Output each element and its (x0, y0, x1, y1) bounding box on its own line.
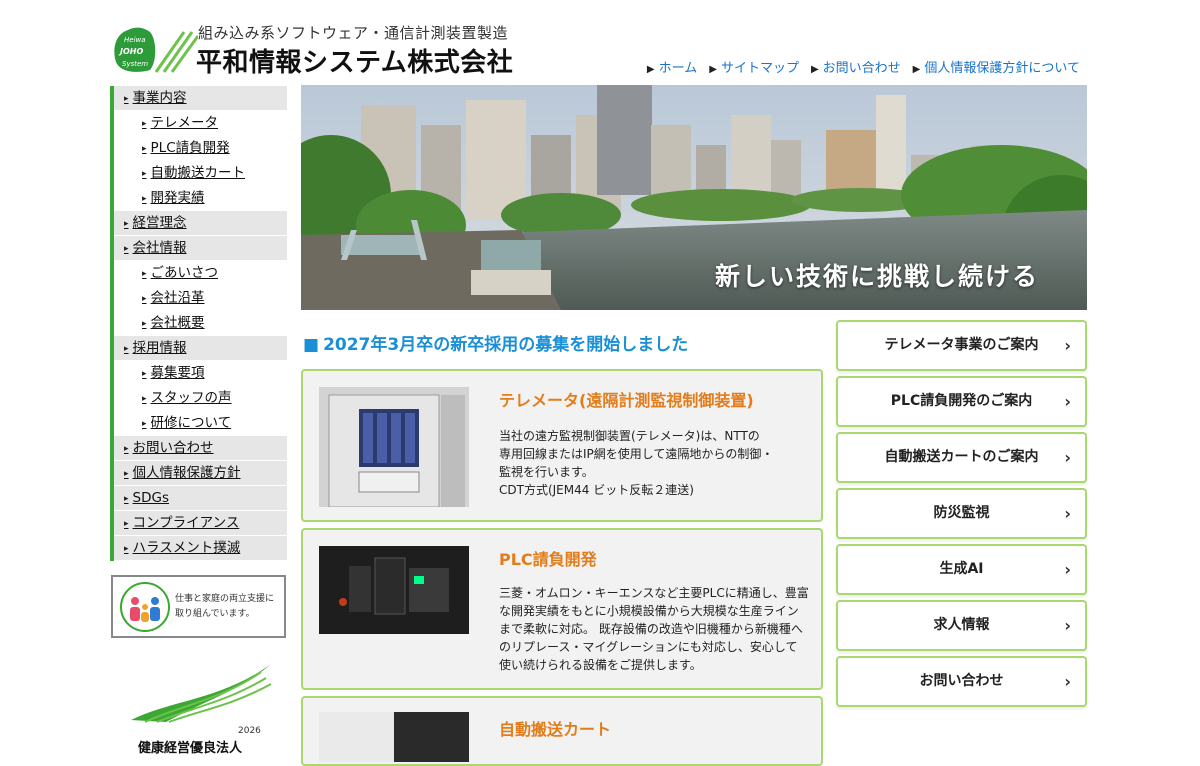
right-nav-button-4[interactable]: 生成AI › (836, 544, 1087, 595)
sidebar-item-5[interactable]: 経営理念 (110, 211, 287, 236)
telemeter-card-title: テレメータ(遠隔計測監視制御装置) (499, 391, 754, 410)
right-nav-button-6[interactable]: お問い合わせ › (836, 656, 1087, 707)
sidebar-item-4[interactable]: 開発実績 (110, 186, 287, 211)
sidebar-item-15[interactable]: 個人情報保護方針 (110, 461, 287, 486)
right-nav-button-0[interactable]: テレメータ事業のご案内 › (836, 320, 1087, 371)
tagline: 組み込み系ソフトウェア・通信計測装置製造 (198, 24, 509, 42)
chevron-right-icon: › (1064, 672, 1071, 691)
telemeter-device-image (319, 387, 469, 507)
hero-banner: 新しい技術に挑戦し続ける (301, 85, 1087, 310)
right-nav-button-2[interactable]: 自動搬送カートのご案内 › (836, 432, 1087, 483)
right-nav-button-label: お問い合わせ (919, 673, 1004, 689)
sidebar-item-17[interactable]: コンプライアンス (110, 511, 287, 536)
top-nav: ホーム サイトマップ お問い合わせ 個人情報保護方針について (647, 57, 1080, 76)
company-logo[interactable]: Heiwa JOHO System (110, 24, 198, 76)
svg-text:Heiwa: Heiwa (124, 36, 146, 44)
chevron-right-icon: › (1064, 336, 1071, 355)
svg-text:System: System (122, 60, 148, 68)
right-nav-button-label: 自動搬送カートのご案内 (884, 449, 1039, 465)
sidebar-item-11[interactable]: 募集要項 (110, 361, 287, 386)
plc-card[interactable]: PLC請負開発 三菱・オムロン・キーエンスなど主要PLCに精通し、豊富な開発実績… (301, 528, 823, 690)
plc-card-title: PLC請負開発 (499, 550, 597, 569)
health-badge-label: 健康経営優良法人 (138, 741, 243, 756)
plc-device-image (319, 546, 469, 634)
nav-sitemap-link[interactable]: サイトマップ (709, 57, 799, 76)
right-nav-button-5[interactable]: 求人情報 › (836, 600, 1087, 651)
sidebar-item-16[interactable]: SDGs (110, 486, 287, 511)
health-management-badge[interactable]: 2026 健康経営優良法人 (111, 660, 286, 756)
svg-text:JOHO: JOHO (118, 47, 143, 56)
telemeter-card-body: 当社の遠方監視制御装置(テレメータ)は、NTTの 専用回線またはIP網を使用して… (499, 429, 774, 497)
telemeter-card[interactable]: テレメータ(遠隔計測監視制御装置) 当社の遠方監視制御装置(テレメータ)は、NT… (301, 369, 823, 522)
sidebar-item-7[interactable]: ごあいさつ (110, 261, 287, 286)
plc-card-body: 三菱・オムロン・キーエンスなど主要PLCに精通し、豊富な開発実績をもとに小規模設… (499, 586, 809, 672)
chevron-right-icon: › (1064, 616, 1071, 635)
right-nav-button-1[interactable]: PLC請負開発のご案内 › (836, 376, 1087, 427)
family-support-text: 仕事と家庭の両立支援に 取り組んでいます。 (175, 594, 275, 619)
chevron-right-icon: › (1064, 392, 1071, 411)
right-nav-button-label: 求人情報 (933, 617, 990, 633)
news-headline[interactable]: 2027年3月卒の新卒採用の募集を開始しました (303, 330, 688, 355)
sidebar-item-9[interactable]: 会社概要 (110, 311, 287, 336)
right-nav-button-label: 防災監視 (933, 505, 990, 521)
family-support-badge[interactable]: 仕事と家庭の両立支援に 取り組んでいます。 (111, 575, 286, 638)
sidebar-item-6[interactable]: 会社情報 (110, 236, 287, 261)
nav-contact-link[interactable]: お問い合わせ (811, 57, 901, 76)
sidebar-item-18[interactable]: ハラスメント撲滅 (110, 536, 287, 561)
sidebar-item-3[interactable]: 自動搬送カート (110, 161, 287, 186)
cart-card-title: 自動搬送カート (499, 720, 612, 739)
sidebar-item-14[interactable]: お問い合わせ (110, 436, 287, 461)
chevron-right-icon: › (1064, 448, 1071, 467)
sidebar-item-8[interactable]: 会社沿革 (110, 286, 287, 311)
family-icon (120, 582, 170, 632)
right-nav-button-label: PLC請負開発のご案内 (890, 393, 1033, 409)
health-badge-year: 2026 (238, 726, 261, 736)
right-nav-button-3[interactable]: 防災監視 › (836, 488, 1087, 539)
cart-image (319, 712, 469, 762)
right-nav-button-label: テレメータ事業のご案内 (884, 337, 1039, 353)
sidebar-item-13[interactable]: 研修について (110, 411, 287, 436)
sidebar-nav: 事業内容テレメータPLC請負開発自動搬送カート開発実績経営理念会社情報ごあいさつ… (110, 86, 287, 561)
sidebar-item-12[interactable]: スタッフの声 (110, 386, 287, 411)
right-nav-button-label: 生成AI (939, 561, 984, 577)
company-name[interactable]: 平和情報システム株式会社 (196, 42, 513, 79)
sidebar-item-10[interactable]: 採用情報 (110, 336, 287, 361)
chevron-right-icon: › (1064, 560, 1071, 579)
sidebar-item-2[interactable]: PLC請負開発 (110, 136, 287, 161)
chevron-right-icon: › (1064, 504, 1071, 523)
hero-caption: 新しい技術に挑戦し続ける (714, 262, 1039, 291)
nav-home-link[interactable]: ホーム (647, 57, 698, 76)
site-header: Heiwa JOHO System 組み込み系ソフトウェア・通信計測装置製造 平… (0, 0, 1200, 84)
sidebar-item-0[interactable]: 事業内容 (110, 86, 287, 111)
sidebar-item-1[interactable]: テレメータ (110, 111, 287, 136)
nav-privacy-link[interactable]: 個人情報保護方針について (913, 57, 1080, 76)
cart-card[interactable]: 自動搬送カート (301, 696, 823, 766)
health-badge-logo (131, 664, 272, 723)
